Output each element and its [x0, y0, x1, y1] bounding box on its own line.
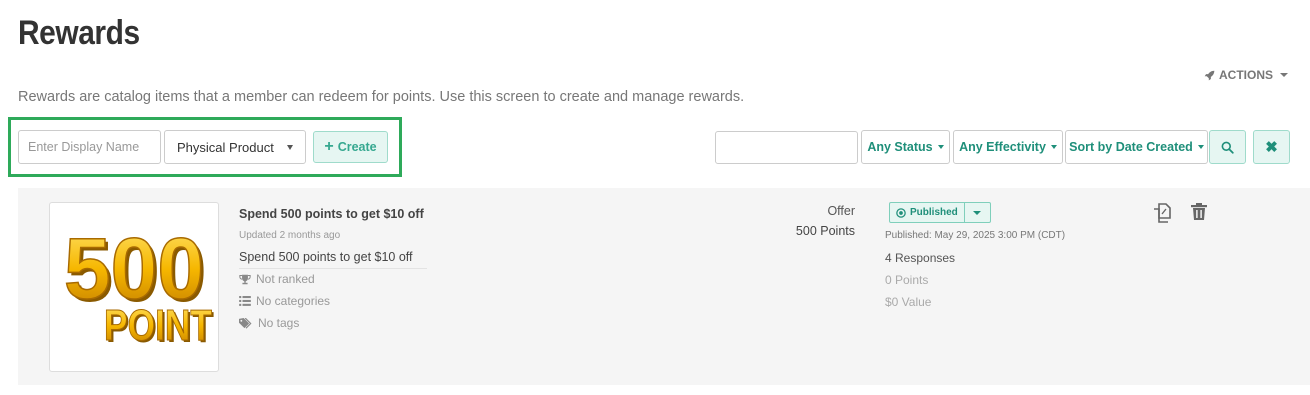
published-date: Published: May 29, 2025 3:00 PM (CDT): [885, 230, 1066, 241]
status-filter-dropdown[interactable]: Any Status: [861, 130, 950, 164]
reward-tags: No tags: [239, 316, 299, 330]
status-dropdown-toggle[interactable]: [964, 202, 991, 223]
categories-label: No categories: [256, 294, 331, 308]
reward-title[interactable]: Spend 500 points to get $10 off: [239, 207, 424, 221]
trophy-icon: [239, 274, 251, 284]
svg-text:POINT: POINT: [104, 301, 212, 350]
plus-icon: +: [324, 138, 334, 155]
duplicate-icon[interactable]: [1151, 202, 1173, 229]
list-icon: [239, 296, 251, 306]
rank-label: Not ranked: [256, 272, 315, 286]
chevron-down-icon: [1197, 145, 1204, 149]
close-icon: ✖: [1265, 139, 1278, 156]
reward-rank: Not ranked: [239, 272, 315, 286]
offer-label: Offer: [827, 204, 855, 218]
responses-count: 4 Responses: [885, 251, 956, 265]
create-button[interactable]: + Create: [313, 131, 388, 163]
trash-icon[interactable]: [1190, 202, 1208, 227]
sort-label: Sort by Date Created: [1069, 140, 1193, 154]
chevron-down-icon: [937, 145, 944, 149]
create-label: Create: [337, 140, 377, 154]
rocket-icon: [1204, 70, 1215, 80]
tags-label: No tags: [258, 316, 300, 330]
status-published-button[interactable]: Published: [889, 202, 965, 223]
chevron-down-icon: [287, 144, 293, 150]
reward-image[interactable]: 500 500 POINT POINT: [49, 202, 219, 372]
points-total: 0 Points: [885, 273, 929, 287]
page-title: Rewards: [18, 14, 140, 52]
clear-filters-button[interactable]: ✖: [1253, 130, 1290, 164]
reward-type-select[interactable]: Physical Product: [164, 130, 306, 164]
value-total: $0 Value: [885, 295, 932, 309]
display-name-input[interactable]: [18, 130, 161, 164]
search-icon: [1221, 141, 1234, 154]
actions-menu[interactable]: ACTIONS: [1204, 68, 1288, 82]
status-button-group: Published: [889, 202, 991, 223]
actions-label: ACTIONS: [1219, 68, 1273, 82]
reward-description: Spend 500 points to get $10 off: [239, 250, 427, 269]
search-button[interactable]: [1209, 130, 1246, 164]
effectivity-filter-label: Any Effectivity: [959, 140, 1046, 154]
chevron-down-icon: [1050, 145, 1057, 149]
search-input[interactable]: [715, 131, 858, 164]
reward-categories: No categories: [239, 294, 330, 308]
status-filter-label: Any Status: [867, 140, 933, 154]
effectivity-filter-dropdown[interactable]: Any Effectivity: [953, 130, 1063, 164]
reward-image-art: 500 500 POINT POINT: [63, 220, 214, 352]
chevron-down-icon: [1280, 73, 1288, 77]
dot-circle-icon: [896, 207, 906, 218]
reward-card: 500 500 POINT POINT Spend 500 points to …: [18, 188, 1310, 385]
chevron-down-icon: [973, 210, 982, 215]
offer-points: 500 Points: [795, 224, 855, 238]
sort-dropdown[interactable]: Sort by Date Created: [1065, 130, 1208, 164]
page-description: Rewards are catalog items that a member …: [18, 89, 745, 105]
tags-icon: [239, 317, 252, 329]
status-label: Published: [910, 207, 958, 218]
reward-updated: Updated 2 months ago: [239, 230, 341, 241]
reward-type-value: Physical Product: [177, 139, 274, 155]
